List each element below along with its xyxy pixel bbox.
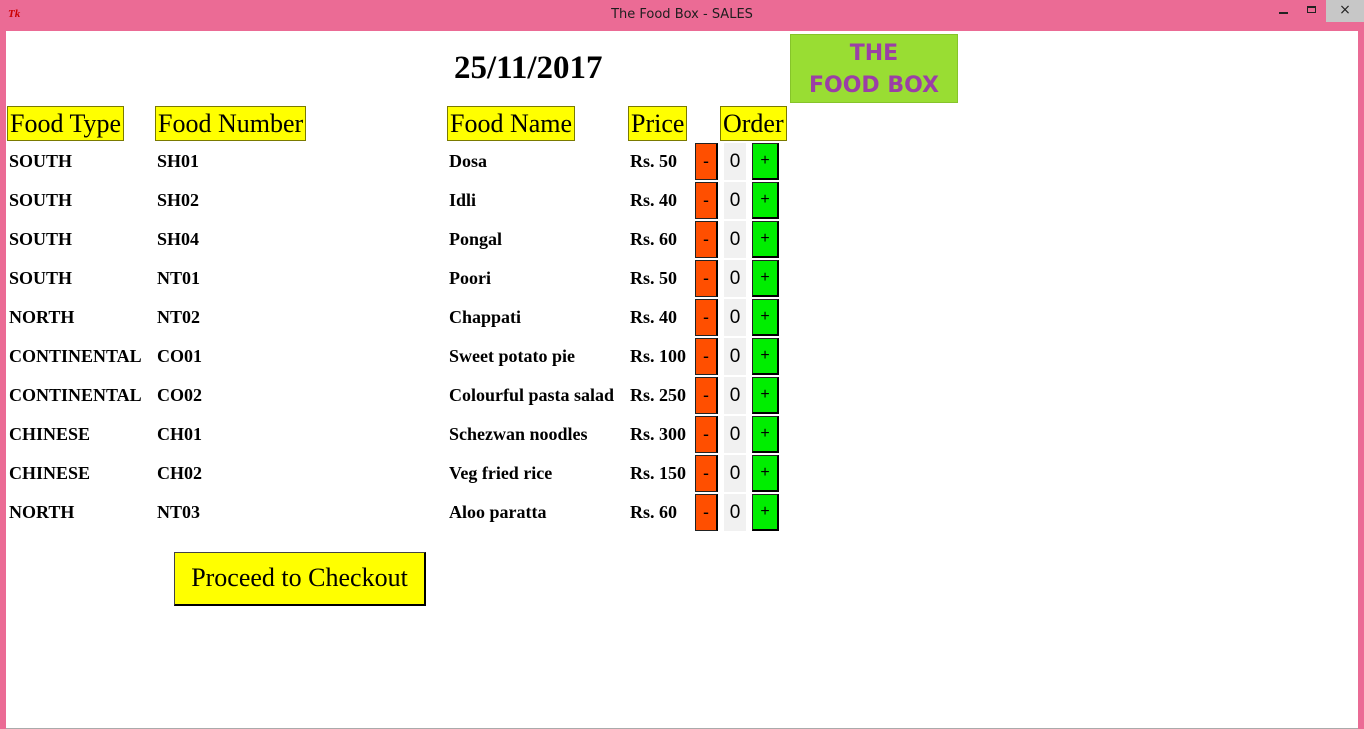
- decrease-quantity-button[interactable]: -: [695, 260, 718, 297]
- quantity-value: 0: [724, 416, 746, 453]
- price-cell: Rs. 100: [630, 346, 687, 366]
- price-cell: Rs. 60: [630, 502, 678, 522]
- food-type-cell: CHINESE: [9, 463, 91, 483]
- food-number-cell: SH01: [157, 151, 200, 171]
- food-type-cell: NORTH: [9, 307, 75, 327]
- window-title: The Food Box - SALES: [611, 7, 753, 22]
- food-type-cell: SOUTH: [9, 190, 73, 210]
- food-name-cell: Pongal: [449, 229, 503, 249]
- close-icon: ×: [1339, 2, 1351, 18]
- price-cell: Rs. 60: [630, 229, 678, 249]
- quantity-value: 0: [724, 455, 746, 492]
- title-bar[interactable]: Tk The Food Box - SALES ×: [0, 0, 1364, 31]
- sales-date: 25/11/2017: [454, 50, 603, 86]
- food-number-cell: CO02: [157, 385, 202, 405]
- increase-quantity-button[interactable]: +: [752, 299, 779, 336]
- food-name-cell: Dosa: [449, 151, 488, 171]
- food-type-cell: CONTINENTAL: [9, 385, 142, 405]
- food-number-cell: SH02: [157, 190, 200, 210]
- food-number-cell: CO01: [157, 346, 202, 366]
- quantity-value: 0: [724, 377, 746, 414]
- food-name-cell: Sweet potato pie: [449, 346, 575, 366]
- decrease-quantity-button[interactable]: -: [695, 338, 718, 375]
- header-food-number: Food Number: [155, 106, 307, 141]
- price-cell: Rs. 250: [630, 385, 687, 405]
- increase-quantity-button[interactable]: +: [752, 377, 779, 414]
- quantity-value: 0: [724, 494, 746, 531]
- food-type-cell: CONTINENTAL: [9, 346, 142, 366]
- decrease-quantity-button[interactable]: -: [695, 221, 718, 258]
- maximize-icon: [1307, 6, 1316, 13]
- decrease-quantity-button[interactable]: -: [695, 299, 718, 336]
- food-name-cell: Idli: [449, 190, 477, 210]
- food-type-cell: NORTH: [9, 502, 75, 522]
- food-name-cell: Veg fried rice: [449, 463, 553, 483]
- header-price: Price: [628, 106, 688, 141]
- food-type-cell: CHINESE: [9, 424, 91, 444]
- food-number-cell: NT02: [157, 307, 201, 327]
- price-cell: Rs. 40: [630, 307, 678, 327]
- decrease-quantity-button[interactable]: -: [695, 182, 718, 219]
- price-cell: Rs. 50: [630, 268, 678, 288]
- header-food-type: Food Type: [7, 106, 125, 141]
- food-number-cell: SH04: [157, 229, 200, 249]
- food-name-cell: Aloo paratta: [449, 502, 547, 522]
- quantity-value: 0: [724, 221, 746, 258]
- food-number-cell: NT01: [157, 268, 201, 288]
- decrease-quantity-button[interactable]: -: [695, 416, 718, 453]
- increase-quantity-button[interactable]: +: [752, 260, 779, 297]
- quantity-value: 0: [724, 143, 746, 180]
- quantity-value: 0: [724, 260, 746, 297]
- decrease-quantity-button[interactable]: -: [695, 455, 718, 492]
- decrease-quantity-button[interactable]: -: [695, 494, 718, 531]
- logo-line-1: THE: [849, 41, 899, 66]
- minimize-button[interactable]: [1270, 0, 1298, 22]
- food-number-cell: CH02: [157, 463, 202, 483]
- increase-quantity-button[interactable]: +: [752, 416, 779, 453]
- food-box-logo: THE FOOD BOX: [790, 34, 958, 103]
- decrease-quantity-button[interactable]: -: [695, 143, 718, 180]
- price-cell: Rs. 300: [630, 424, 687, 444]
- proceed-to-checkout-button[interactable]: Proceed to Checkout: [174, 552, 426, 606]
- food-name-cell: Poori: [449, 268, 491, 288]
- food-type-cell: SOUTH: [9, 151, 73, 171]
- increase-quantity-button[interactable]: +: [752, 494, 779, 531]
- price-cell: Rs. 150: [630, 463, 687, 483]
- price-cell: Rs. 40: [630, 190, 678, 210]
- food-name-cell: Colourful pasta salad: [449, 385, 615, 405]
- header-food-name: Food Name: [447, 106, 576, 141]
- food-name-cell: Schezwan noodles: [449, 424, 588, 444]
- increase-quantity-button[interactable]: +: [752, 455, 779, 492]
- minimize-icon: [1279, 12, 1288, 14]
- header-order: Order: [720, 106, 787, 141]
- food-number-cell: NT03: [157, 502, 201, 522]
- increase-quantity-button[interactable]: +: [752, 143, 779, 180]
- increase-quantity-button[interactable]: +: [752, 182, 779, 219]
- price-cell: Rs. 50: [630, 151, 678, 171]
- close-button[interactable]: ×: [1326, 0, 1364, 22]
- app-window: Tk The Food Box - SALES × 25/11/2017 THE…: [0, 0, 1364, 729]
- food-type-cell: SOUTH: [9, 268, 73, 288]
- logo-line-2: FOOD BOX: [808, 73, 939, 98]
- food-name-cell: Chappati: [449, 307, 522, 327]
- increase-quantity-button[interactable]: +: [752, 338, 779, 375]
- quantity-value: 0: [724, 338, 746, 375]
- quantity-value: 0: [724, 182, 746, 219]
- increase-quantity-button[interactable]: +: [752, 221, 779, 258]
- quantity-value: 0: [724, 299, 746, 336]
- decrease-quantity-button[interactable]: -: [695, 377, 718, 414]
- food-type-cell: SOUTH: [9, 229, 73, 249]
- maximize-button[interactable]: [1298, 0, 1326, 22]
- food-number-cell: CH01: [157, 424, 202, 444]
